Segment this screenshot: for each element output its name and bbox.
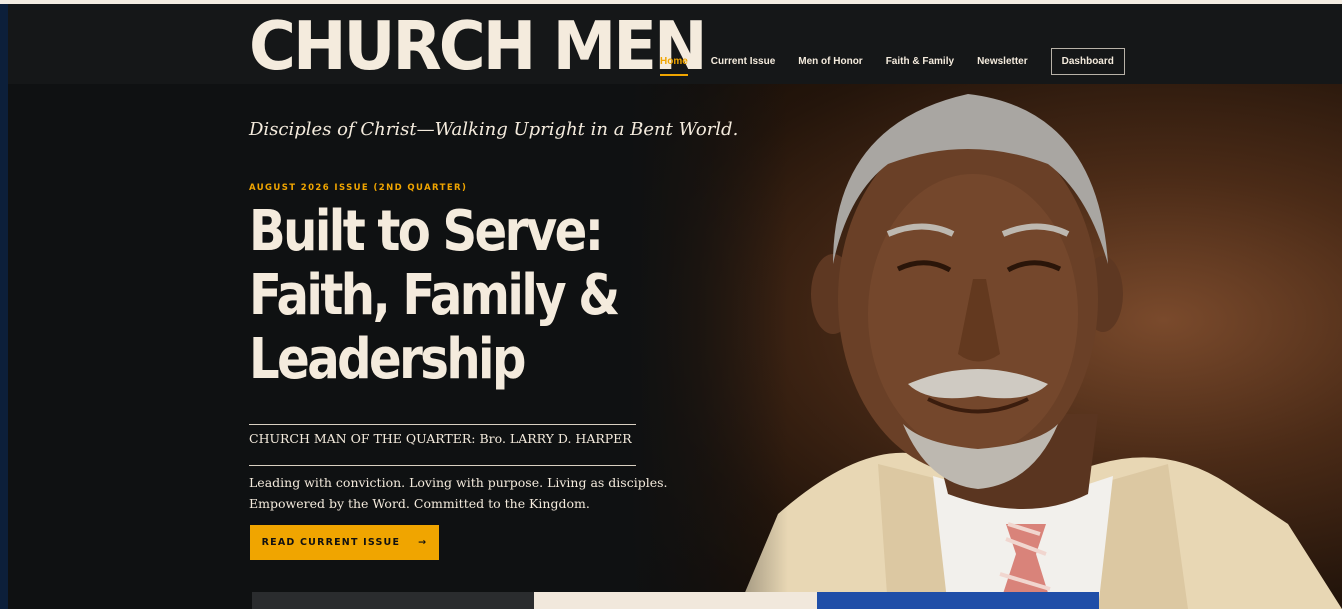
- featured-man: CHURCH MAN OF THE QUARTER: Bro. LARRY D.…: [249, 431, 632, 446]
- bottom-bar-blue: [817, 592, 1099, 609]
- cover-headline: Built to Serve: Faith, Family & Leadersh…: [249, 200, 627, 392]
- issue-label: AUGUST 2026 ISSUE (2ND QUARTER): [249, 183, 468, 193]
- site-logo[interactable]: CHURCH MEN: [249, 10, 708, 84]
- nav-men-of-honor[interactable]: Men of Honor: [798, 50, 862, 73]
- window-left-edge: [0, 4, 8, 609]
- tagline: Disciples of Christ—Walking Upright in a…: [249, 119, 739, 140]
- description-line-2: Empowered by the Word. Committed to the …: [249, 496, 590, 511]
- description-line-1: Leading with conviction. Loving with pur…: [249, 475, 668, 490]
- dashboard-button[interactable]: Dashboard: [1050, 47, 1125, 75]
- bottom-bar-cream: [534, 592, 817, 609]
- cover-portrait: [628, 84, 1342, 609]
- arrow-right-icon: →: [418, 537, 428, 548]
- nav-current-issue[interactable]: Current Issue: [711, 50, 775, 73]
- main-nav: Home Current Issue Men of Honor Faith & …: [660, 47, 1125, 76]
- bottom-bar-dark: [252, 592, 534, 609]
- headline-line-1: Built to Serve:: [249, 199, 604, 264]
- portrait-fade: [628, 84, 788, 609]
- nav-newsletter[interactable]: Newsletter: [977, 50, 1028, 73]
- nav-faith-family[interactable]: Faith & Family: [886, 50, 954, 73]
- divider-top: [249, 424, 636, 425]
- nav-home[interactable]: Home: [660, 50, 688, 76]
- hero-section: Disciples of Christ—Walking Upright in a…: [8, 84, 1342, 609]
- site-header: CHURCH MEN Home Current Issue Men of Hon…: [8, 4, 1342, 84]
- headline-line-2: Faith, Family &: [249, 263, 620, 328]
- page: CHURCH MEN Home Current Issue Men of Hon…: [8, 4, 1342, 609]
- cta-label: READ CURRENT ISSUE: [261, 537, 401, 548]
- hero-description: Leading with conviction. Loving with pur…: [249, 472, 668, 514]
- divider-bottom: [249, 465, 636, 466]
- read-current-issue-button[interactable]: READ CURRENT ISSUE →: [250, 525, 439, 560]
- headline-line-3: Leadership: [249, 327, 526, 392]
